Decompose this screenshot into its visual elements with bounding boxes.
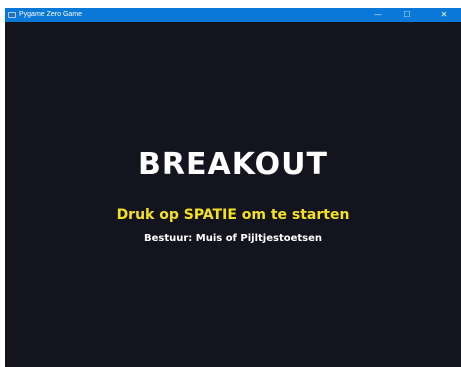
controls-instruction: Bestuur: Muis of Pijltjestoetsen (143, 233, 323, 244)
minimize-button[interactable]: — (365, 8, 391, 22)
start-instruction: Druk op SPATIE om te starten (116, 207, 350, 223)
game-window: Pygame Zero Game — ☐ ✕ BREAKOUT Druk op … (5, 8, 461, 367)
maximize-button[interactable]: ☐ (394, 8, 420, 22)
window-title: Pygame Zero Game (19, 11, 83, 18)
close-button[interactable]: ✕ (431, 8, 457, 22)
title-bar[interactable]: Pygame Zero Game — ☐ ✕ (5, 8, 461, 22)
game-canvas[interactable]: BREAKOUT Druk op SPATIE om te starten Be… (5, 22, 461, 367)
pygame-window-icon (8, 12, 16, 18)
game-title: BREAKOUT (138, 147, 328, 182)
